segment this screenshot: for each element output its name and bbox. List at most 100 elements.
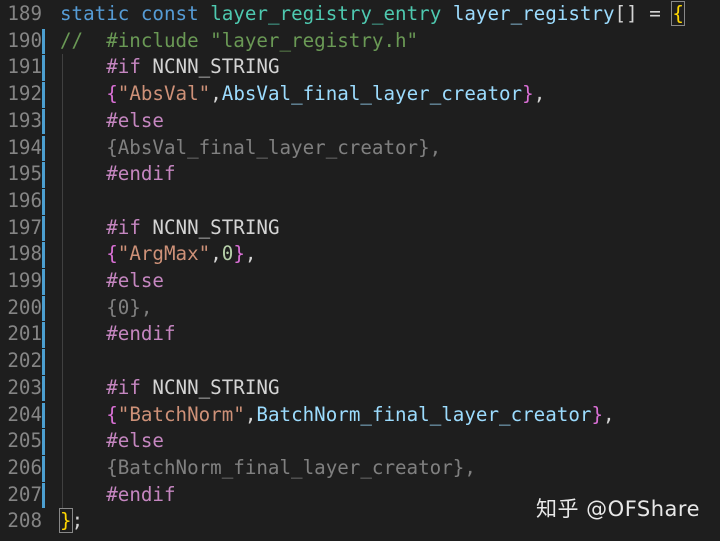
- modified-line-indicator: [42, 269, 45, 295]
- code-token: {: [106, 82, 118, 106]
- line-number: 208: [7, 509, 42, 533]
- code-text: #if NCNN_STRING: [60, 375, 280, 402]
- line-number: 192: [7, 82, 42, 106]
- code-text: {AbsVal_final_layer_creator},: [60, 135, 441, 162]
- code-token: layer_registry_entry: [210, 2, 442, 25]
- modified-line-indicator: [42, 55, 45, 82]
- code-token: ,: [210, 242, 222, 266]
- code-token: NCNN_STRING: [140, 55, 280, 79]
- code-line[interactable]: 202: [0, 348, 720, 375]
- code-line[interactable]: 191 #if NCNN_STRING: [0, 54, 720, 81]
- code-line[interactable]: 192 {"AbsVal",AbsVal_final_layer_creator…: [0, 81, 720, 108]
- code-token: #if: [106, 55, 141, 79]
- code-text: #endif: [60, 161, 175, 188]
- line-number: 203: [7, 375, 42, 399]
- modified-line-indicator: [42, 135, 45, 162]
- code-line[interactable]: 195 #endif: [0, 161, 720, 188]
- code-token: ,: [244, 402, 257, 426]
- code-line[interactable]: 198 {"ArgMax",0},: [0, 241, 720, 268]
- code-line[interactable]: 196: [0, 188, 720, 215]
- code-token: "ArgMax": [117, 242, 211, 266]
- modified-line-indicator: [42, 215, 45, 242]
- code-token: 0: [221, 242, 234, 266]
- modified-line-indicator: [42, 482, 45, 509]
- code-line[interactable]: 194 {AbsVal_final_layer_creator},: [0, 135, 720, 162]
- code-line[interactable]: 201 #endif: [0, 321, 720, 348]
- code-token: NCNN_STRING: [140, 375, 280, 399]
- code-line[interactable]: 199 #else: [0, 268, 720, 295]
- code-line[interactable]: 206 {BatchNorm_final_layer_creator},: [0, 455, 720, 482]
- modified-line-indicator: [42, 375, 45, 402]
- code-token: #else: [106, 429, 164, 453]
- code-line[interactable]: 203 #if NCNN_STRING: [0, 375, 720, 402]
- code-token: layer_registry: [452, 2, 615, 25]
- code-token: "AbsVal": [117, 82, 211, 106]
- line-number: 199: [7, 269, 42, 292]
- code-text: #if NCNN_STRING: [60, 54, 280, 81]
- line-number: 196: [7, 188, 42, 212]
- code-token: ,: [210, 82, 222, 106]
- code-token: #else: [106, 108, 164, 132]
- code-token: }: [59, 508, 73, 534]
- code-token: // #include "layer_registry.h": [60, 28, 419, 52]
- code-token: #if: [106, 215, 141, 239]
- modified-line-indicator: [42, 108, 45, 135]
- line-number: 201: [7, 322, 42, 346]
- line-number: 191: [7, 55, 42, 79]
- code-line[interactable]: 193 #else: [0, 108, 720, 135]
- modified-line-indicator: [42, 429, 45, 455]
- watermark-text: 知乎 @OFShare: [535, 497, 700, 521]
- code-token: }: [522, 82, 534, 106]
- line-number: 195: [7, 162, 42, 186]
- code-text: #else: [60, 268, 164, 295]
- code-token: {0},: [60, 295, 153, 319]
- modified-line-indicator: [42, 455, 45, 482]
- code-text: #endif: [60, 321, 176, 348]
- code-text: {0},: [60, 295, 152, 322]
- modified-line-indicator: [42, 402, 45, 429]
- modified-line-indicator: [42, 28, 45, 55]
- modified-line-indicator: [42, 242, 45, 268]
- code-token: {: [671, 1, 685, 26]
- code-line[interactable]: 197 #if NCNN_STRING: [0, 215, 720, 242]
- code-token: ,: [244, 242, 257, 266]
- code-token: #if: [106, 375, 141, 399]
- code-token: {BatchNorm_final_layer_creator},: [60, 455, 476, 479]
- code-line[interactable]: 205 #else: [0, 428, 720, 455]
- code-text: {"ArgMax",0},: [60, 241, 256, 268]
- code-text: #else: [60, 108, 164, 135]
- modified-line-indicator: [42, 349, 45, 375]
- code-token: #endif: [106, 322, 176, 346]
- code-token: {AbsVal_final_layer_creator},: [60, 135, 442, 159]
- code-line[interactable]: 204 {"BatchNorm",BatchNorm_final_layer_c…: [0, 402, 720, 429]
- line-number: 204: [7, 402, 42, 426]
- code-text: #if NCNN_STRING: [60, 215, 279, 242]
- code-line[interactable]: 189 static const layer_registry_entry lay…: [0, 1, 720, 28]
- line-number: 193: [7, 108, 42, 132]
- line-number: 207: [7, 482, 42, 506]
- code-text: {"BatchNorm",BatchNorm_final_layer_creat…: [60, 402, 614, 429]
- code-text: #else: [60, 428, 164, 455]
- line-number: 197: [7, 215, 42, 239]
- modified-line-indicator: [42, 322, 45, 349]
- modified-line-indicator: [42, 82, 45, 108]
- code-line[interactable]: 200 {0},: [0, 295, 720, 322]
- code-token: {: [106, 242, 118, 266]
- modified-line-indicator: [42, 188, 45, 215]
- code-editor[interactable]: 189 static const layer_registry_entry lay…: [0, 0, 720, 541]
- code-token: #else: [106, 269, 164, 292]
- code-line[interactable]: 190 // #include "layer_registry.h": [0, 28, 720, 55]
- code-text: // #include "layer_registry.h": [60, 28, 418, 55]
- line-number: 194: [7, 135, 42, 159]
